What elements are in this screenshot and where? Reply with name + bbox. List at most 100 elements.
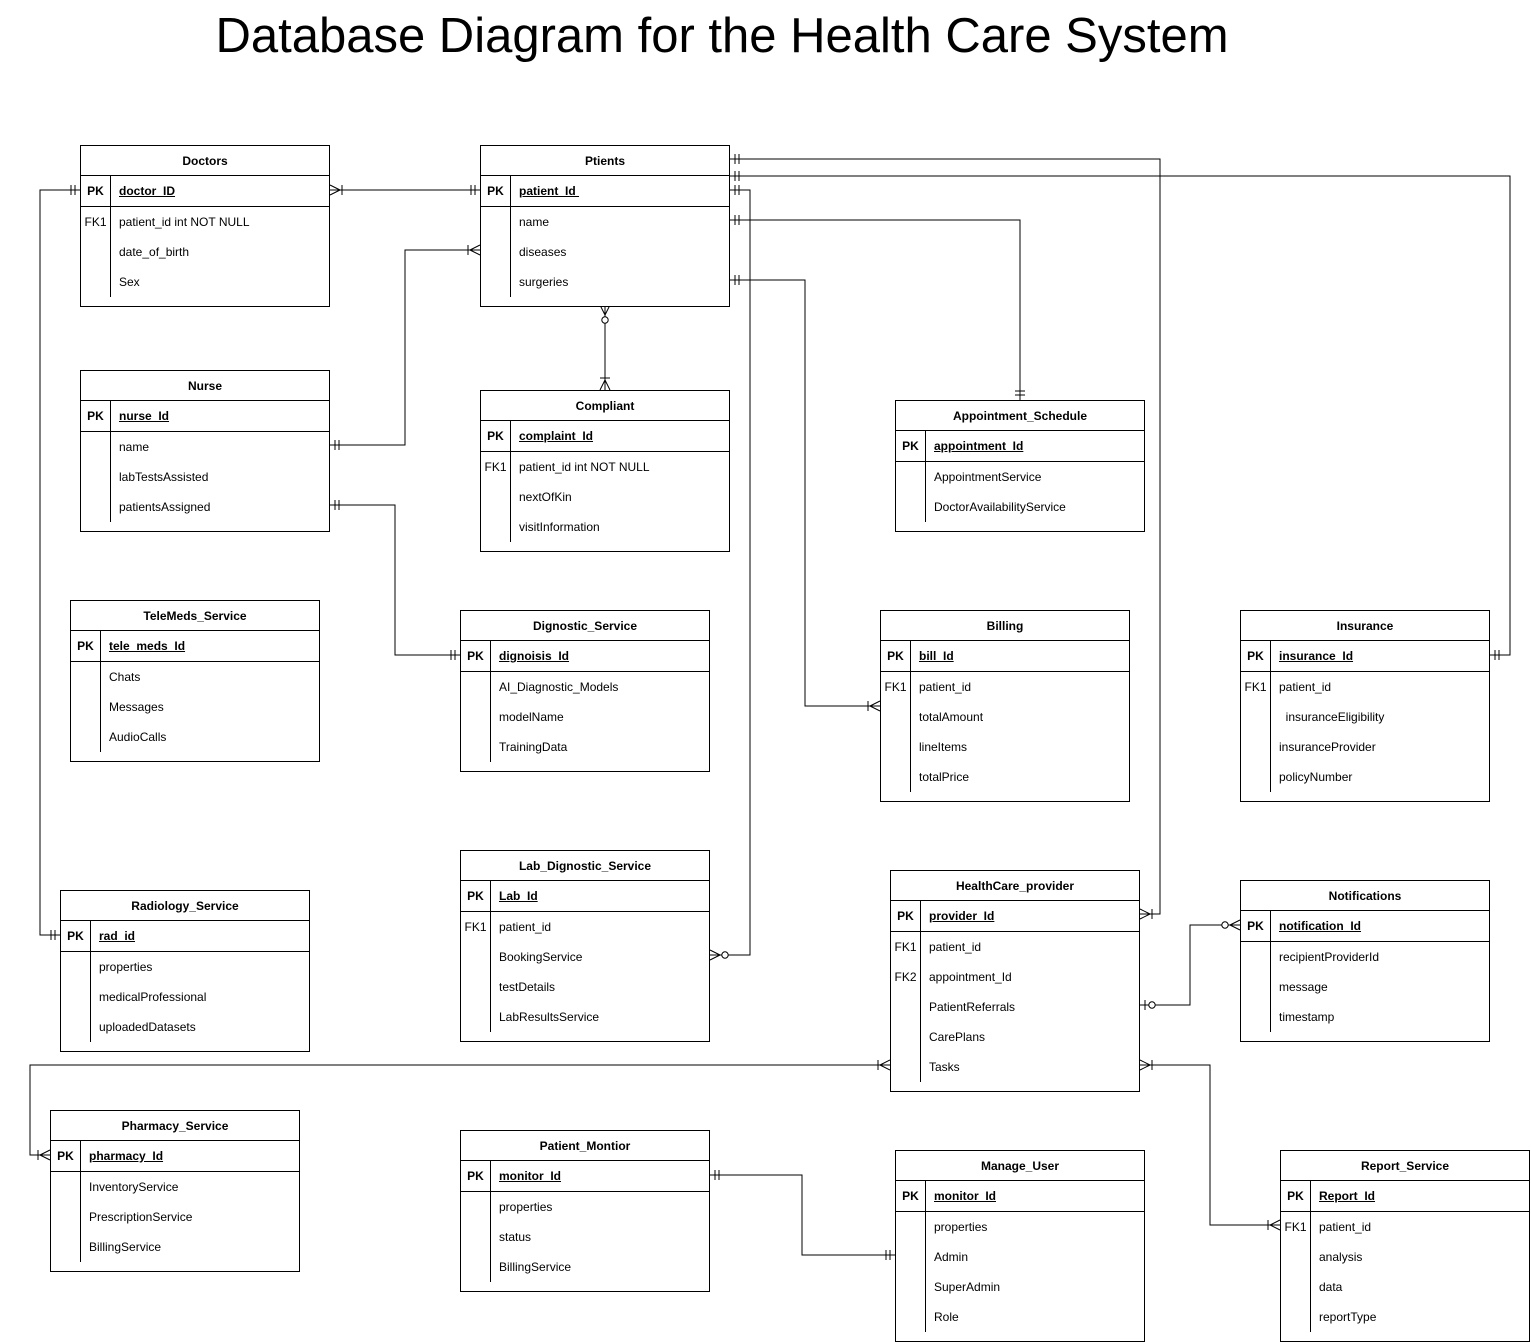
attribute-row: AI_Diagnostic_Models xyxy=(461,672,709,702)
field-name: BillingService xyxy=(499,1260,572,1274)
field-name: name xyxy=(519,215,550,229)
field-name: patientsAssigned xyxy=(119,500,211,514)
attribute-row: PrescriptionService xyxy=(51,1202,299,1232)
attribute-row: insuranceProvider xyxy=(1241,732,1489,762)
entity-dignostic: Dignostic_Service PK dignoisis_Id AI_Diagno… xyxy=(460,610,710,772)
attribute-row: surgeries xyxy=(481,267,729,297)
key-label: PK xyxy=(61,921,91,951)
field-name: visitInformation xyxy=(519,520,600,534)
attribute-row: BookingService xyxy=(461,942,709,972)
entity-title: Pharmacy_Service xyxy=(51,1111,299,1141)
attribute-row: name xyxy=(481,207,729,237)
key-label xyxy=(51,1172,81,1202)
field-name: Role xyxy=(934,1310,959,1324)
key-label xyxy=(461,972,491,1002)
key-label xyxy=(1241,732,1271,762)
attribute-row: date_of_birth xyxy=(81,237,329,267)
field-name: insuranceEligibility xyxy=(1279,710,1385,724)
field-name: PatientReferrals xyxy=(929,1000,1016,1014)
field-name: complaint_Id xyxy=(519,429,594,443)
entity-title: Notifications xyxy=(1241,881,1489,911)
key-label xyxy=(81,492,111,522)
attribute-row: lineItems xyxy=(881,732,1129,762)
diagram-title: Database Diagram for the Health Care Sys… xyxy=(215,9,1229,63)
attribute-row: Sex xyxy=(81,267,329,297)
field-name: Messages xyxy=(109,700,164,714)
entity-title: Nurse xyxy=(81,371,329,401)
field-name: appointment_Id xyxy=(934,439,1024,453)
key-label xyxy=(881,732,911,762)
field-name: notification_Id xyxy=(1279,919,1361,933)
key-label xyxy=(81,462,111,492)
field-name: tele_meds_Id xyxy=(109,639,186,653)
key-label xyxy=(891,1022,921,1052)
attribute-row: Tasks xyxy=(891,1052,1139,1082)
entity-report: Report_Service PK Report_Id FK1 patient_id an… xyxy=(1280,1150,1530,1342)
entity-title: Insurance xyxy=(1241,611,1489,641)
field-name: Report_Id xyxy=(1319,1189,1376,1203)
field-name: labTestsAssisted xyxy=(119,470,209,484)
attribute-row: DoctorAvailabilityService xyxy=(896,492,1144,522)
crows-foot xyxy=(1229,919,1241,931)
relationship-line xyxy=(710,1174,895,1256)
field-name: uploadedDatasets xyxy=(99,1020,196,1034)
field-name: insurance_Id xyxy=(1279,649,1354,663)
primary-key-row: PK doctor_ID xyxy=(81,176,329,207)
entity-title: Lab_Dignostic_Service xyxy=(461,851,709,881)
key-label xyxy=(71,662,101,692)
entity-pharmacy: Pharmacy_Service PK pharmacy_Id InventorySe… xyxy=(50,1110,300,1272)
entity-provider: HealthCare_provider PK provider_Id FK1 patie… xyxy=(890,870,1140,1092)
entity-title: Patient_Montior xyxy=(461,1131,709,1161)
key-label xyxy=(481,237,511,267)
entity-title: Dignostic_Service xyxy=(461,611,709,641)
key-label: FK1 xyxy=(891,932,921,962)
key-label xyxy=(1281,1242,1311,1272)
primary-key-row: PK rad_id xyxy=(61,921,309,952)
key-label xyxy=(81,432,111,462)
crows-foot xyxy=(1139,908,1151,920)
field-name: totalPrice xyxy=(919,770,970,784)
attribute-row: modelName xyxy=(461,702,709,732)
attribute-row: patientsAssigned xyxy=(81,492,329,522)
field-name: Lab_Id xyxy=(499,889,538,903)
field-name: analysis xyxy=(1319,1250,1363,1264)
attribute-row: labTestsAssisted xyxy=(81,462,329,492)
key-label: PK xyxy=(81,401,111,431)
key-label xyxy=(461,702,491,732)
field-name: data xyxy=(1319,1280,1343,1294)
attribute-row: TrainingData xyxy=(461,732,709,762)
attribute-row: diseases xyxy=(481,237,729,267)
field-name: AI_Diagnostic_Models xyxy=(499,680,619,694)
key-label xyxy=(881,702,911,732)
primary-key-row: PK complaint_Id xyxy=(481,421,729,452)
attribute-row: SuperAdmin xyxy=(896,1272,1144,1302)
field-name: SuperAdmin xyxy=(934,1280,1001,1294)
attribute-row: timestamp xyxy=(1241,1002,1489,1032)
relationship-line xyxy=(330,249,480,446)
entity-title: Ptients xyxy=(481,146,729,176)
crows-foot xyxy=(39,1149,51,1161)
key-label xyxy=(1241,942,1271,972)
key-label xyxy=(71,692,101,722)
field-name: TrainingData xyxy=(499,740,568,754)
relationship-line xyxy=(1140,924,1240,1006)
entity-billing: Billing PK bill_Id FK1 patient_id totalAmount… xyxy=(880,610,1130,802)
field-name: CarePlans xyxy=(929,1030,986,1044)
attribute-row: message xyxy=(1241,972,1489,1002)
key-label: PK xyxy=(481,176,511,206)
field-name: Sex xyxy=(119,275,140,289)
field-name: reportType xyxy=(1319,1310,1377,1324)
primary-key-row: PK monitor_Id xyxy=(461,1161,709,1192)
key-label: PK xyxy=(71,631,101,661)
field-name: appointment_Id xyxy=(929,970,1012,984)
attribute-row: FK1 patient_id int NOT NULL xyxy=(481,452,729,482)
key-label xyxy=(1241,702,1271,732)
field-name: patient_id xyxy=(1319,1220,1372,1234)
entity-nurse: Nurse PK nurse_Id name labTestsAssisted patie… xyxy=(80,370,330,532)
attribute-row: recipientProviderId xyxy=(1241,942,1489,972)
key-label xyxy=(896,1242,926,1272)
field-name: Tasks xyxy=(929,1060,960,1074)
key-label: PK xyxy=(481,421,511,451)
field-name: message xyxy=(1279,980,1328,994)
key-label: PK xyxy=(1241,911,1271,941)
